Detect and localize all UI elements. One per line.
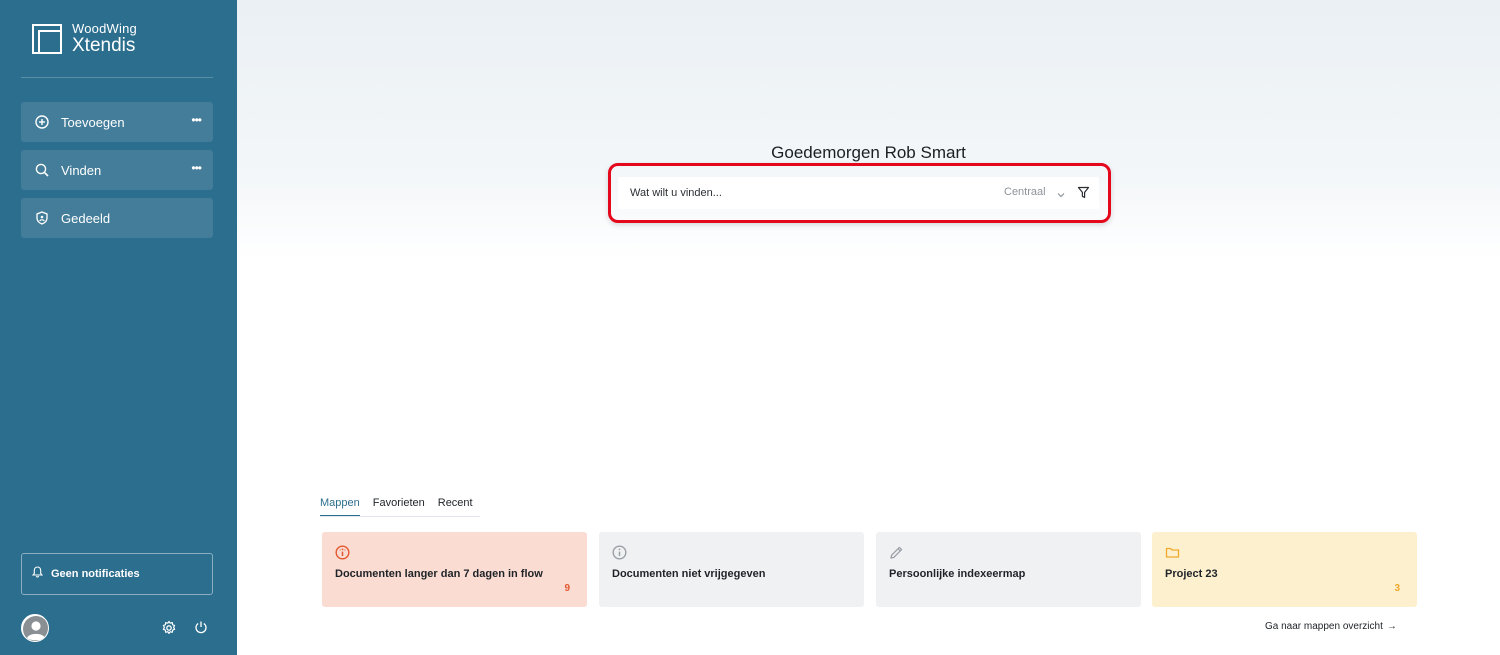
tabs-divider bbox=[320, 516, 480, 517]
folder-card-title: Project 23 bbox=[1165, 568, 1218, 580]
more-options-icon[interactable]: ••• bbox=[191, 114, 202, 126]
notifications-button[interactable]: Geen notificaties bbox=[21, 553, 213, 595]
search-input[interactable] bbox=[630, 185, 970, 201]
brand-logo[interactable]: WoodWing Xtendis bbox=[32, 22, 137, 55]
folder-card-count: 3 bbox=[1394, 583, 1400, 594]
folders-overview-link[interactable]: Ga naar mappen overzicht → bbox=[1265, 621, 1397, 632]
folder-card-count: 9 bbox=[564, 583, 570, 594]
chevron-down-icon[interactable] bbox=[1056, 187, 1066, 198]
pencil-icon bbox=[889, 545, 904, 560]
tab-mappen[interactable]: Mappen bbox=[320, 497, 360, 517]
folder-card[interactable]: Documenten niet vrijgegeven bbox=[599, 532, 864, 607]
greeting-title: Goedemorgen Rob Smart bbox=[771, 143, 966, 162]
more-options-icon[interactable]: ••• bbox=[191, 162, 202, 174]
sidebar-item-toevoegen[interactable]: Toevoegen ••• bbox=[21, 102, 213, 142]
sidebar: WoodWing Xtendis Toevoegen ••• Vinden ••… bbox=[0, 0, 237, 655]
alert-info-icon bbox=[335, 545, 350, 560]
shield-icon bbox=[35, 211, 49, 225]
tab-favorieten[interactable]: Favorieten bbox=[373, 497, 425, 517]
folder-icon bbox=[1165, 545, 1180, 560]
sidebar-item-label: Vinden bbox=[61, 162, 102, 178]
folder-card-title: Persoonlijke indexeermap bbox=[889, 568, 1026, 580]
info-icon bbox=[612, 545, 627, 560]
folder-card-title: Documenten niet vrijgegeven bbox=[612, 568, 766, 580]
folder-card-title: Documenten langer dan 7 dagen in flow bbox=[335, 568, 543, 580]
xtendis-logo-icon bbox=[32, 24, 62, 54]
folder-card[interactable]: Persoonlijke indexeermap bbox=[876, 532, 1141, 607]
filter-icon[interactable] bbox=[1077, 186, 1090, 199]
power-icon[interactable] bbox=[194, 620, 208, 634]
notifications-label: Geen notificaties bbox=[51, 568, 140, 580]
user-avatar-icon[interactable] bbox=[21, 614, 49, 642]
sidebar-item-label: Gedeeld bbox=[61, 210, 111, 226]
brand-line1: WoodWing bbox=[72, 21, 137, 36]
main-content: Goedemorgen Rob Smart Centraal Mappen Fa… bbox=[237, 0, 1500, 655]
folder-card[interactable]: Documenten langer dan 7 dagen in flow 9 bbox=[322, 532, 587, 607]
search-bar: Centraal bbox=[618, 177, 1099, 209]
folders-overview-label: Ga naar mappen overzicht bbox=[1265, 621, 1383, 632]
search-icon bbox=[35, 163, 49, 177]
sidebar-divider bbox=[21, 77, 213, 78]
search-scope-select[interactable]: Centraal bbox=[1004, 186, 1046, 198]
tab-recent[interactable]: Recent bbox=[438, 497, 473, 517]
folder-tabs: Mappen Favorieten Recent bbox=[320, 497, 486, 517]
sidebar-item-gedeeld[interactable]: Gedeeld bbox=[21, 198, 213, 238]
brand-line2: Xtendis bbox=[72, 35, 136, 56]
arrow-right-icon: → bbox=[1386, 621, 1397, 632]
sidebar-item-label: Toevoegen bbox=[61, 114, 125, 130]
sidebar-item-vinden[interactable]: Vinden ••• bbox=[21, 150, 213, 190]
gear-icon[interactable] bbox=[161, 620, 177, 636]
bell-icon bbox=[31, 565, 44, 583]
folder-card[interactable]: Project 23 3 bbox=[1152, 532, 1417, 607]
plus-circle-icon bbox=[35, 115, 49, 129]
